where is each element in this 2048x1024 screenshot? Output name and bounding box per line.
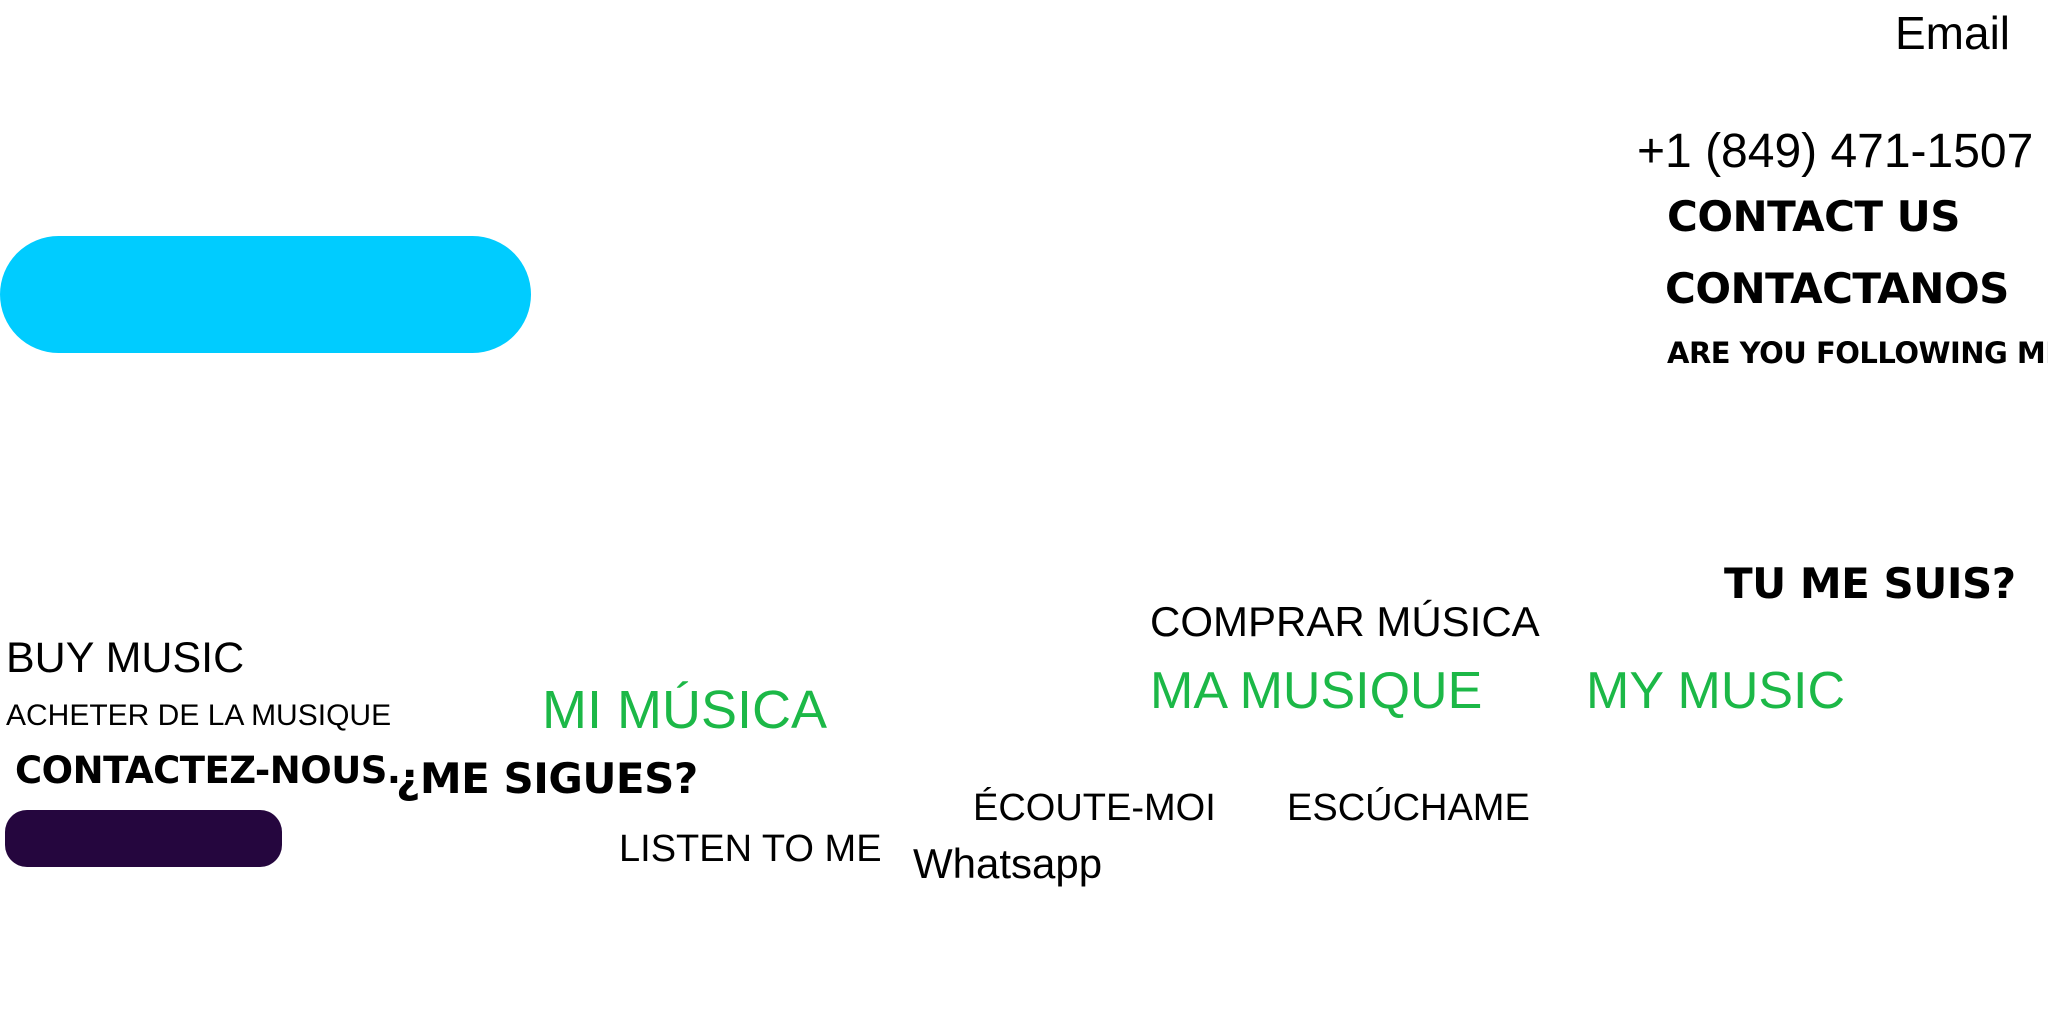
cyan-pill-button[interactable] — [0, 236, 531, 353]
phone-number-link[interactable]: +1 (849) 471-1507 — [1637, 128, 2033, 176]
ecoute-moi-link[interactable]: ÉCOUTE-MOI — [973, 789, 1216, 827]
ma-musique-link[interactable]: MA MUSIQUE — [1150, 665, 1482, 717]
navy-pill-button[interactable] — [5, 810, 282, 867]
comprar-musica-link[interactable]: COMPRAR MÚSICA — [1150, 601, 1540, 643]
buy-music-link[interactable]: BUY MUSIC — [6, 637, 244, 680]
escuchame-link[interactable]: ESCÚCHAME — [1287, 789, 1530, 827]
are-you-following-heading: ARE YOU FOLLOWING ME? — [1667, 336, 2048, 370]
email-link[interactable]: Email — [1895, 10, 2010, 56]
me-sigues-heading: ¿ME SIGUES? — [396, 754, 698, 803]
whatsapp-link[interactable]: Whatsapp — [913, 843, 1102, 885]
listen-to-me-link[interactable]: LISTEN TO ME — [619, 830, 882, 868]
tu-me-suis-heading: TU ME SUIS? — [1724, 559, 2016, 608]
my-music-link[interactable]: MY MUSIC — [1586, 665, 1845, 717]
mi-musica-link[interactable]: MI MÚSICA — [542, 683, 827, 737]
contactez-nous-heading: CONTACTEZ-NOUS. — [15, 749, 401, 792]
contactanos-heading: CONTACTANOS — [1665, 264, 2009, 313]
acheter-musique-link[interactable]: ACHETER DE LA MUSIQUE — [6, 701, 391, 731]
contact-us-heading: CONTACT US — [1667, 192, 1961, 241]
